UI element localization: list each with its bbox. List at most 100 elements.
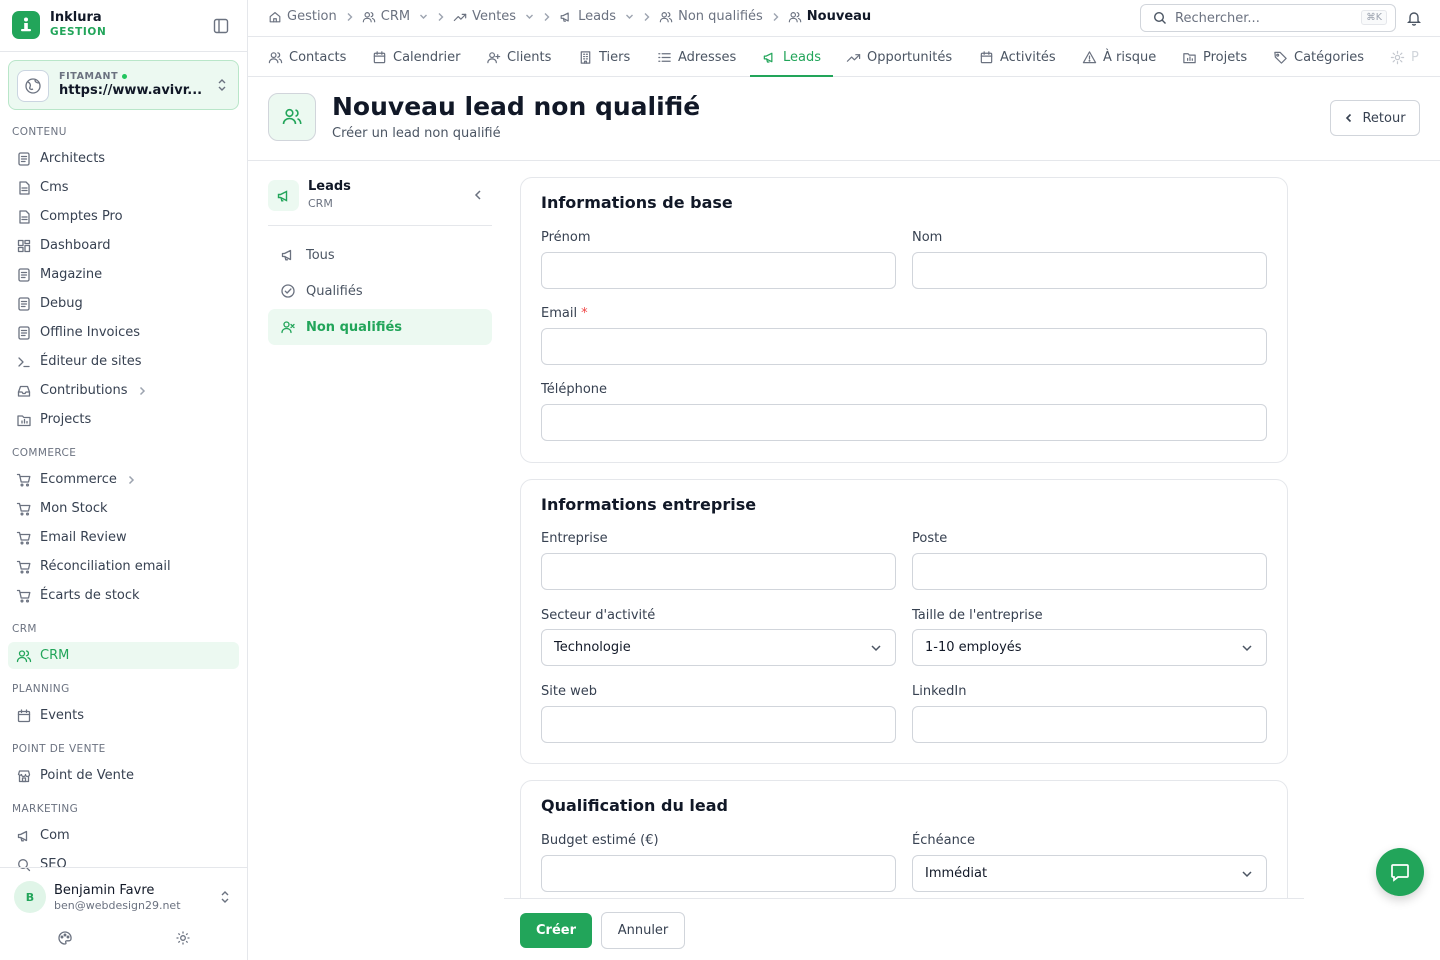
user-name[interactable]: Benjamin Favre (54, 883, 154, 898)
create-button[interactable]: Créer (520, 913, 592, 948)
sector-select[interactable]: Technologie (541, 629, 896, 666)
tab-categories[interactable]: Catégories (1273, 37, 1364, 77)
subnav-item-tous[interactable]: Tous (268, 237, 492, 273)
tab-a-risque[interactable]: À risque (1082, 37, 1156, 77)
breadcrumb-separator-icon (643, 12, 650, 22)
breadcrumb-item-non-qualifies[interactable]: Non qualifiés (659, 9, 763, 24)
breadcrumb-item-gestion[interactable]: Gestion (268, 9, 337, 24)
size-select[interactable]: 1-10 employés (912, 629, 1267, 666)
chevron-down-icon[interactable] (625, 13, 634, 20)
sidebar-item-debug[interactable]: Debug (8, 290, 239, 317)
nav-section-title: POINT DE VENTE (12, 743, 106, 755)
avatar[interactable]: B (14, 881, 46, 913)
tab-opportunites[interactable]: Opportunités (846, 37, 952, 77)
chevron-down-icon[interactable] (525, 13, 534, 20)
dashboard-grid-icon (16, 238, 32, 254)
position-field[interactable] (912, 553, 1267, 590)
tab-activites[interactable]: Activités (979, 37, 1056, 77)
sidebar-item-cms[interactable]: Cms (8, 174, 239, 201)
inbox-icon (16, 383, 32, 399)
phone-field[interactable] (541, 404, 1267, 441)
breadcrumb-item-crm[interactable]: CRM (362, 9, 428, 24)
cart-icon (16, 530, 32, 546)
company-field[interactable] (541, 553, 896, 590)
brand[interactable]: Inklura GESTION (12, 11, 106, 39)
cancel-button[interactable]: Annuler (601, 912, 685, 949)
back-button[interactable]: Retour (1330, 100, 1420, 136)
breadcrumb-separator-icon (346, 12, 353, 22)
sidebar-item-reconciliation-email[interactable]: Réconciliation email (8, 553, 239, 580)
tab-projets[interactable]: Projets (1182, 37, 1247, 77)
sidebar-item-projects[interactable]: Projects (8, 406, 239, 433)
sidebar-item-ecommerce[interactable]: Ecommerce (8, 466, 239, 493)
website-field[interactable] (541, 706, 896, 743)
sidebar-item-crm[interactable]: CRM (8, 642, 239, 669)
tab-contacts[interactable]: Contacts (268, 37, 346, 77)
sidebar-item-editeur-de-sites[interactable]: Éditeur de sites (8, 348, 239, 375)
sidebar-item-point-de-vente[interactable]: Point de Vente (8, 762, 239, 789)
breadcrumb-item-ventes[interactable]: Ventes (453, 9, 534, 24)
sidebar-item-label: Architects (40, 151, 106, 166)
sidebar-item-contributions[interactable]: Contributions (8, 377, 239, 404)
linkedin-field[interactable] (912, 706, 1267, 743)
size-value: 1-10 employés (925, 640, 1022, 655)
cart-icon (16, 588, 32, 604)
tab-clients[interactable]: Clients (486, 37, 551, 77)
last-name-label: Nom (912, 230, 943, 245)
chevron-left-icon (1344, 112, 1354, 124)
tab-leads[interactable]: Leads (762, 37, 821, 77)
form-actions: Créer Annuler (504, 898, 1304, 960)
search-input[interactable]: Rechercher... ⌘K (1140, 4, 1396, 32)
tab-label: Opportunités (867, 49, 953, 65)
breadcrumb-label: Nouveau (806, 9, 872, 24)
sidebar-item-offline-invoices[interactable]: Offline Invoices (8, 319, 239, 346)
file-list-icon (16, 151, 32, 167)
tag-icon (1273, 50, 1288, 65)
website-label: Site web (541, 684, 597, 699)
sidebar-item-label: Projects (40, 412, 92, 427)
chevron-right-icon (127, 475, 135, 485)
palette-icon[interactable] (57, 930, 73, 946)
chat-button[interactable] (1376, 848, 1424, 896)
sidebar-item-seo[interactable]: SEO (8, 851, 239, 878)
sidebar-item-magazine[interactable]: Magazine (8, 261, 239, 288)
subnav-item-qualifies[interactable]: Qualifiés (268, 273, 492, 309)
subnav-subtitle: CRM (308, 197, 333, 210)
sidebar-item-com[interactable]: Com (8, 822, 239, 849)
nav-section-title: CRM (12, 623, 37, 635)
page-title: Nouveau lead non qualifié (332, 92, 701, 121)
sidebar-item-architects[interactable]: Architects (8, 145, 239, 172)
tab-adresses[interactable]: Adresses (657, 37, 736, 77)
collapse-chevron-icon[interactable] (472, 187, 484, 203)
sidebar-item-comptes-pro[interactable]: Comptes Pro (8, 203, 239, 230)
sidebar-item-dashboard[interactable]: Dashboard (8, 232, 239, 259)
subnav-item-non-qualifies[interactable]: Non qualifiés (268, 309, 492, 345)
chevron-up-down-icon[interactable] (219, 890, 231, 904)
sidebar-item-label: Com (40, 828, 70, 843)
breadcrumb-separator-icon (543, 12, 550, 22)
site-switcher[interactable]: FITAMANT https://www.avivr... (8, 60, 239, 110)
sidebar-item-email-review[interactable]: Email Review (8, 524, 239, 551)
bell-icon[interactable] (1406, 10, 1422, 26)
sidebar-item-ecarts-de-stock[interactable]: Écarts de stock (8, 582, 239, 609)
breadcrumb-item-leads[interactable]: Leads (559, 9, 634, 24)
sidebar-toggle-icon[interactable] (212, 17, 230, 35)
last-name-field[interactable] (912, 252, 1267, 289)
first-name-label: Prénom (541, 230, 591, 245)
phone-label: Téléphone (541, 382, 608, 397)
tab-calendrier[interactable]: Calendrier (372, 37, 460, 77)
gear-icon[interactable] (175, 930, 191, 946)
sidebar-item-events[interactable]: Events (8, 702, 239, 729)
tab-p[interactable]: P (1390, 37, 1419, 77)
chevron-down-icon[interactable] (419, 13, 428, 20)
budget-field[interactable] (541, 855, 896, 892)
sidebar-item-mon-stock[interactable]: Mon Stock (8, 495, 239, 522)
email-field[interactable] (541, 328, 1267, 365)
tab-label: Catégories (1294, 49, 1365, 65)
tab-tiers[interactable]: Tiers (578, 37, 630, 77)
megaphone-icon (268, 180, 299, 211)
first-name-field[interactable] (541, 252, 896, 289)
deadline-select[interactable]: Immédiat (912, 855, 1267, 892)
building-icon (578, 50, 593, 65)
deadline-label: Échéance (912, 833, 975, 848)
